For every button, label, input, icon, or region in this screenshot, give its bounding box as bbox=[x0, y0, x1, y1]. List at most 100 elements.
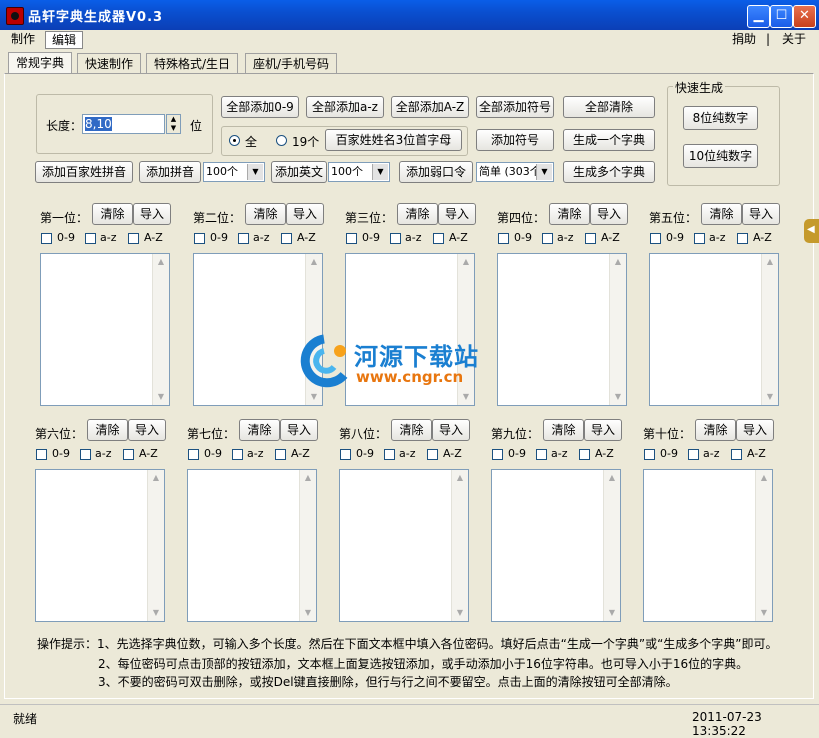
scrollbar[interactable]: ▲ ▼ bbox=[451, 470, 468, 621]
uppercase-checkbox[interactable] bbox=[123, 449, 134, 460]
add-all-uppercase-button[interactable]: 全部添加A-Z bbox=[391, 96, 469, 118]
position-clear-button[interactable]: 清除 bbox=[701, 203, 742, 225]
tab-special-birthday[interactable]: 特殊格式/生日 bbox=[146, 53, 239, 74]
scroll-up-icon[interactable]: ▲ bbox=[300, 470, 316, 486]
position-import-button[interactable]: 导入 bbox=[133, 203, 171, 225]
minimize-button[interactable]: ▁ bbox=[747, 5, 770, 28]
lowercase-checkbox[interactable] bbox=[694, 233, 705, 244]
length-spinner[interactable]: ▲ ▼ bbox=[166, 114, 181, 134]
position-textbox[interactable]: ▲ ▼ bbox=[491, 469, 621, 622]
position-import-button[interactable]: 导入 bbox=[128, 419, 166, 441]
position-import-button[interactable]: 导入 bbox=[736, 419, 774, 441]
position-clear-button[interactable]: 清除 bbox=[239, 419, 280, 441]
digits-checkbox[interactable] bbox=[41, 233, 52, 244]
menu-donate[interactable]: 捐助 bbox=[726, 31, 762, 47]
scrollbar[interactable]: ▲ ▼ bbox=[152, 254, 169, 405]
add-english-button[interactable]: 添加英文 bbox=[271, 161, 327, 183]
scroll-down-icon[interactable]: ▼ bbox=[300, 605, 316, 621]
digits-checkbox[interactable] bbox=[498, 233, 509, 244]
position-textbox[interactable]: ▲ ▼ bbox=[643, 469, 773, 622]
spin-down-icon[interactable]: ▼ bbox=[167, 124, 180, 133]
surname-initials-button[interactable]: 百家姓姓名3位首字母 bbox=[325, 129, 462, 151]
ten-digit-button[interactable]: 10位纯数字 bbox=[683, 144, 758, 168]
spin-up-icon[interactable]: ▲ bbox=[167, 115, 180, 124]
add-all-symbols-button[interactable]: 全部添加符号 bbox=[476, 96, 554, 118]
position-textbox[interactable]: ▲ ▼ bbox=[35, 469, 165, 622]
scroll-up-icon[interactable]: ▲ bbox=[452, 470, 468, 486]
tab-quick-make[interactable]: 快速制作 bbox=[77, 53, 142, 74]
scrollbar[interactable]: ▲ ▼ bbox=[755, 470, 772, 621]
lowercase-checkbox[interactable] bbox=[80, 449, 91, 460]
position-import-button[interactable]: 导入 bbox=[742, 203, 780, 225]
menu-edit[interactable]: 编辑 bbox=[45, 31, 84, 49]
position-clear-button[interactable]: 清除 bbox=[695, 419, 736, 441]
uppercase-checkbox[interactable] bbox=[579, 449, 590, 460]
scrollbar[interactable]: ▲ ▼ bbox=[603, 470, 620, 621]
scroll-up-icon[interactable]: ▲ bbox=[306, 254, 322, 270]
add-symbol-button[interactable]: 添加符号 bbox=[476, 129, 554, 151]
uppercase-checkbox[interactable] bbox=[433, 233, 444, 244]
scroll-down-icon[interactable]: ▼ bbox=[153, 389, 169, 405]
lowercase-checkbox[interactable] bbox=[688, 449, 699, 460]
scroll-up-icon[interactable]: ▲ bbox=[153, 254, 169, 270]
position-import-button[interactable]: 导入 bbox=[590, 203, 628, 225]
position-import-button[interactable]: 导入 bbox=[584, 419, 622, 441]
scroll-up-icon[interactable]: ▲ bbox=[610, 254, 626, 270]
add-surname-pinyin-button[interactable]: 添加百家姓拼音 bbox=[35, 161, 133, 183]
lowercase-checkbox[interactable] bbox=[238, 233, 249, 244]
radio-all[interactable] bbox=[229, 135, 240, 146]
digits-checkbox[interactable] bbox=[188, 449, 199, 460]
side-handle[interactable]: ◀ bbox=[804, 219, 819, 243]
menu-about[interactable]: 关于 bbox=[776, 31, 812, 47]
maximize-button[interactable]: ☐ bbox=[770, 5, 793, 28]
lowercase-checkbox[interactable] bbox=[85, 233, 96, 244]
position-import-button[interactable]: 导入 bbox=[432, 419, 470, 441]
position-clear-button[interactable]: 清除 bbox=[92, 203, 133, 225]
generate-many-button[interactable]: 生成多个字典 bbox=[563, 161, 655, 183]
position-import-button[interactable]: 导入 bbox=[438, 203, 476, 225]
tab-regular-dictionary[interactable]: 常规字典 bbox=[8, 52, 73, 75]
radio-nineteen[interactable] bbox=[276, 135, 287, 146]
lowercase-checkbox[interactable] bbox=[536, 449, 547, 460]
scrollbar[interactable]: ▲ ▼ bbox=[609, 254, 626, 405]
scrollbar[interactable]: ▲ ▼ bbox=[761, 254, 778, 405]
position-clear-button[interactable]: 清除 bbox=[543, 419, 584, 441]
position-textbox[interactable]: ▲ ▼ bbox=[187, 469, 317, 622]
lowercase-checkbox[interactable] bbox=[384, 449, 395, 460]
position-clear-button[interactable]: 清除 bbox=[245, 203, 286, 225]
scroll-up-icon[interactable]: ▲ bbox=[148, 470, 164, 486]
eight-digit-button[interactable]: 8位纯数字 bbox=[683, 106, 758, 130]
digits-checkbox[interactable] bbox=[194, 233, 205, 244]
length-input[interactable]: 8,10 bbox=[82, 114, 165, 134]
lowercase-checkbox[interactable] bbox=[232, 449, 243, 460]
uppercase-checkbox[interactable] bbox=[731, 449, 742, 460]
digits-checkbox[interactable] bbox=[492, 449, 503, 460]
menu-make[interactable]: 制作 bbox=[5, 31, 41, 47]
uppercase-checkbox[interactable] bbox=[737, 233, 748, 244]
position-textbox[interactable]: ▲ ▼ bbox=[40, 253, 170, 406]
scroll-up-icon[interactable]: ▲ bbox=[762, 254, 778, 270]
position-textbox[interactable]: ▲ ▼ bbox=[339, 469, 469, 622]
title-bar[interactable]: 品轩字典生成器V0.3 ▁ ☐ ✕ bbox=[0, 0, 819, 30]
position-clear-button[interactable]: 清除 bbox=[549, 203, 590, 225]
add-weak-password-button[interactable]: 添加弱口令 bbox=[399, 161, 473, 183]
uppercase-checkbox[interactable] bbox=[585, 233, 596, 244]
scroll-up-icon[interactable]: ▲ bbox=[458, 254, 474, 270]
pinyin-count-select[interactable]: 100个 ▼ bbox=[203, 162, 265, 182]
scroll-down-icon[interactable]: ▼ bbox=[610, 389, 626, 405]
scroll-up-icon[interactable]: ▲ bbox=[756, 470, 772, 486]
scroll-down-icon[interactable]: ▼ bbox=[148, 605, 164, 621]
uppercase-checkbox[interactable] bbox=[128, 233, 139, 244]
position-textbox[interactable]: ▲ ▼ bbox=[649, 253, 779, 406]
generate-one-button[interactable]: 生成一个字典 bbox=[563, 129, 655, 151]
digits-checkbox[interactable] bbox=[644, 449, 655, 460]
digits-checkbox[interactable] bbox=[340, 449, 351, 460]
close-button[interactable]: ✕ bbox=[793, 5, 816, 28]
add-all-lowercase-button[interactable]: 全部添加a-z bbox=[306, 96, 384, 118]
tab-phone-number[interactable]: 座机/手机号码 bbox=[245, 53, 338, 74]
position-import-button[interactable]: 导入 bbox=[286, 203, 324, 225]
scroll-down-icon[interactable]: ▼ bbox=[762, 389, 778, 405]
scroll-down-icon[interactable]: ▼ bbox=[604, 605, 620, 621]
scrollbar[interactable]: ▲ ▼ bbox=[147, 470, 164, 621]
digits-checkbox[interactable] bbox=[346, 233, 357, 244]
